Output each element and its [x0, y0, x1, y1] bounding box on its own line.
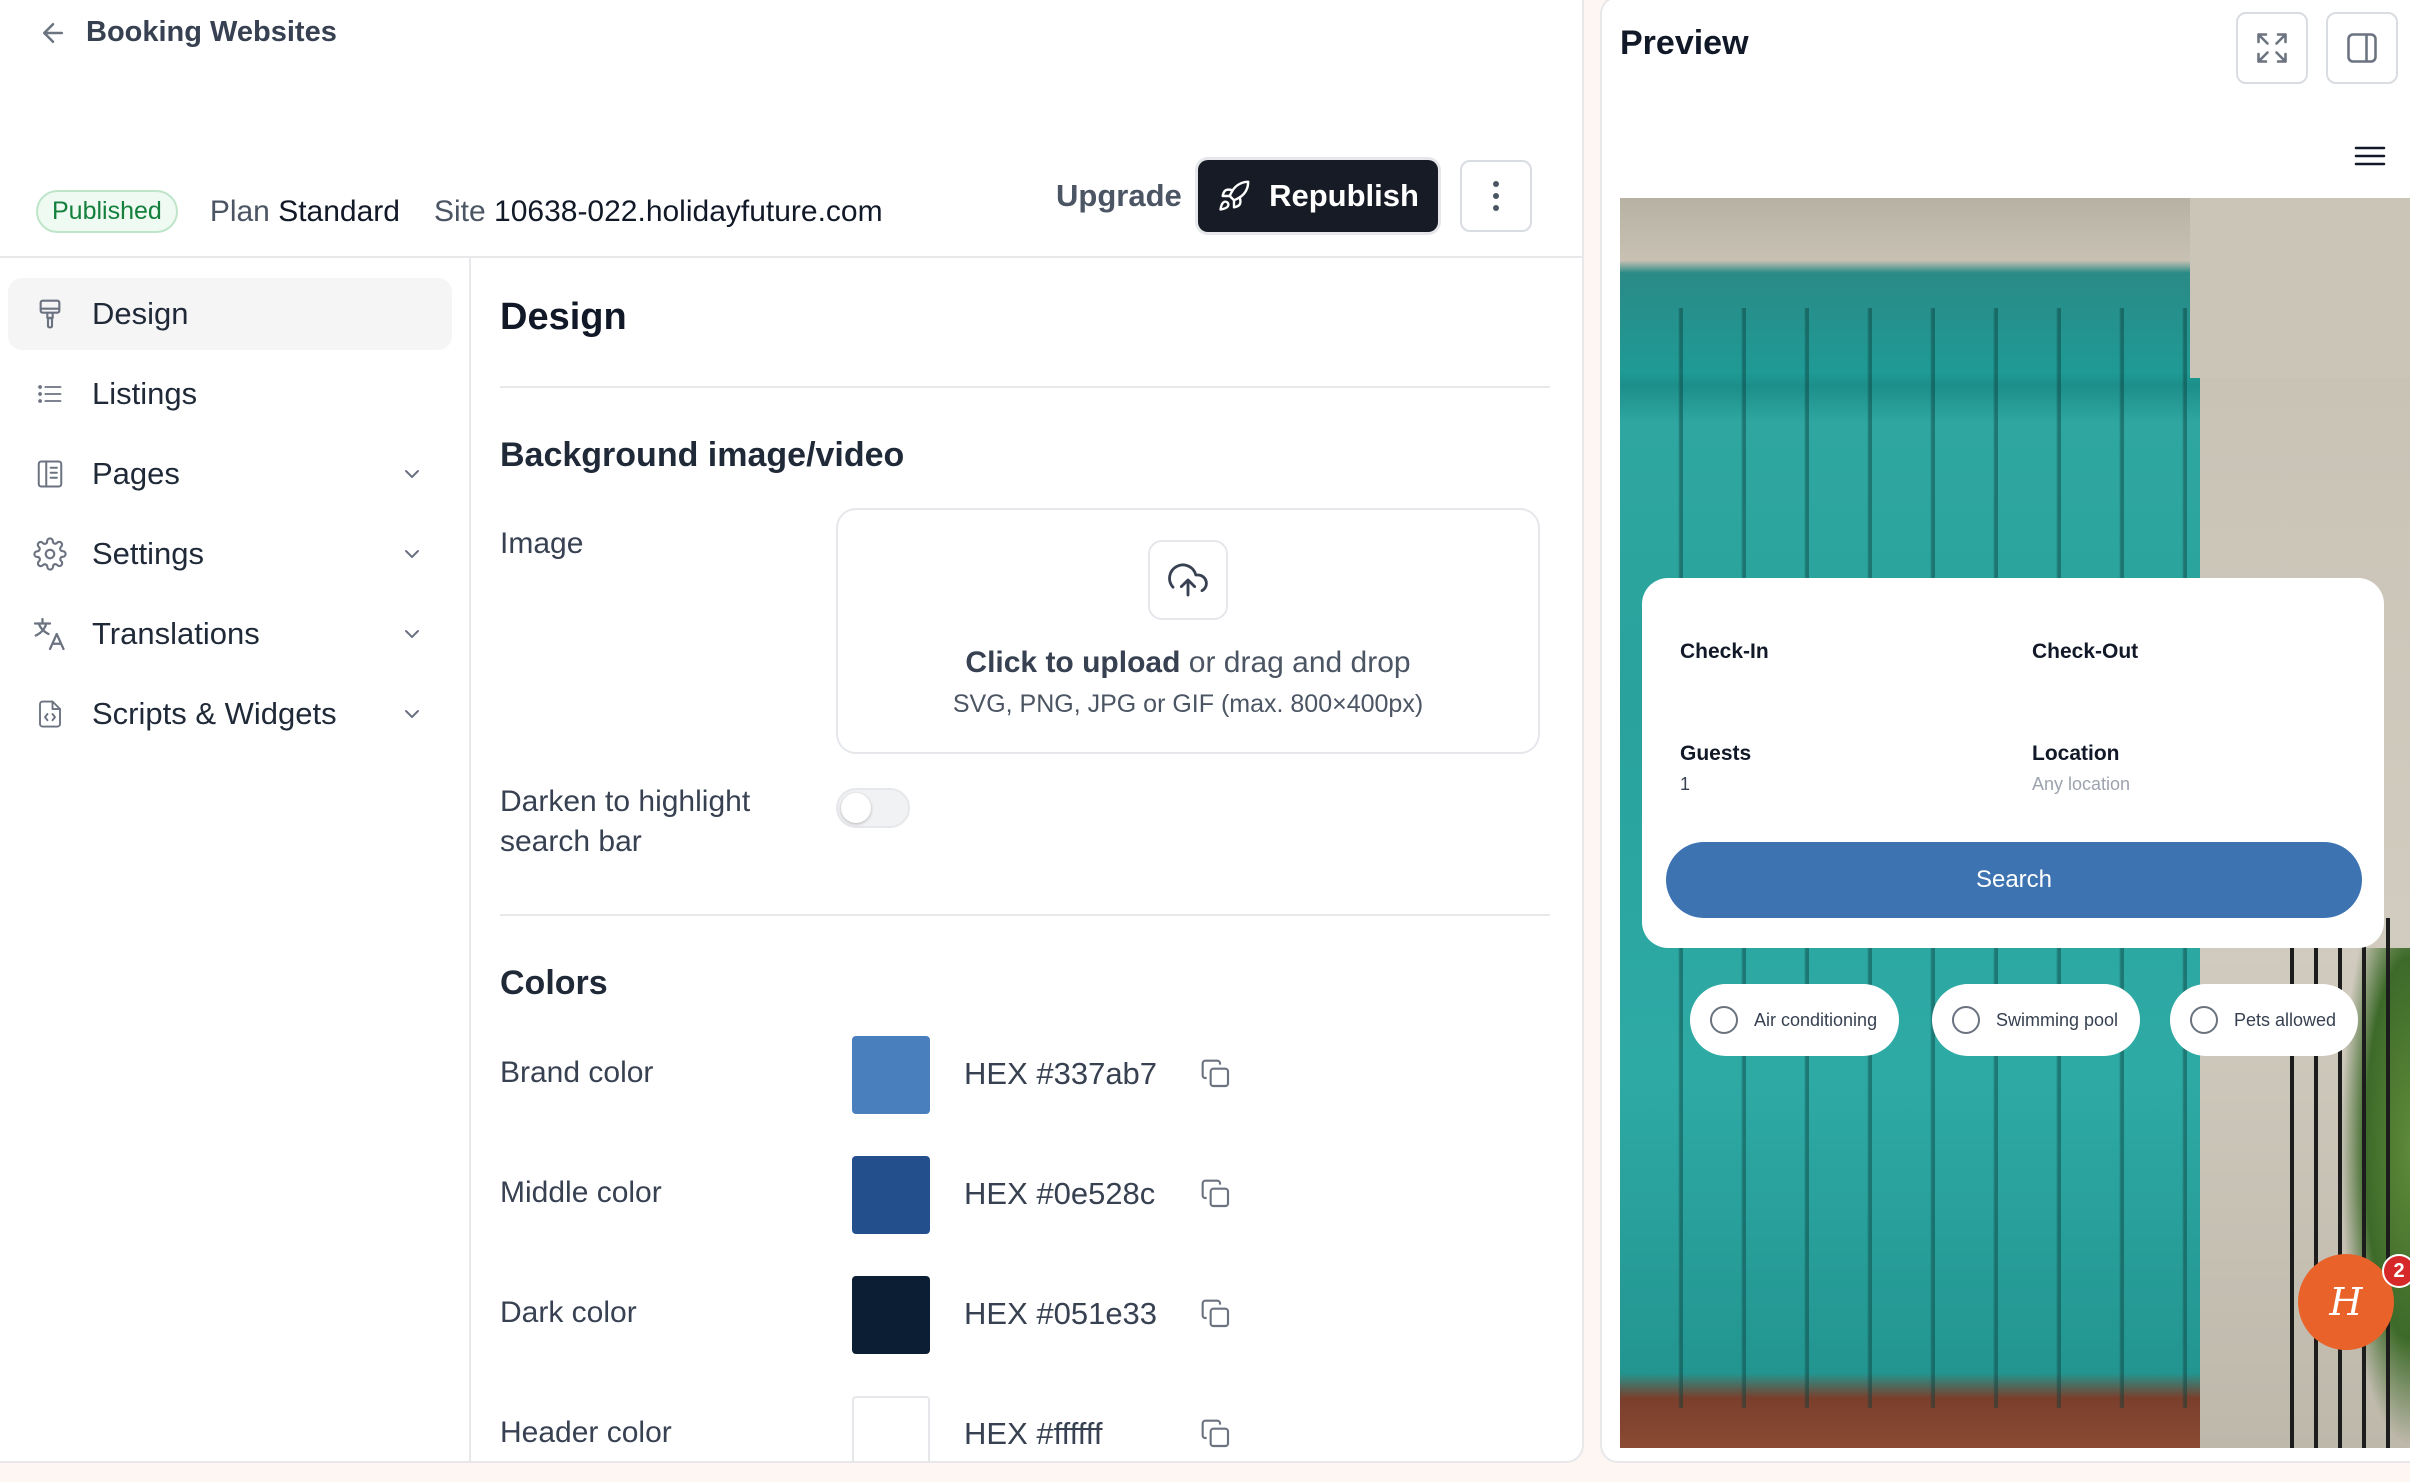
guests-label: Guests: [1680, 742, 1752, 765]
chevron-down-icon: [405, 710, 419, 718]
background-section-title: Background image/video: [500, 436, 905, 474]
plan-value: Standard: [278, 194, 400, 228]
chevron-down-icon: [405, 550, 419, 558]
color-swatch[interactable]: [852, 1396, 930, 1461]
site-info: Site 10638-022.holidayfuture.com: [433, 194, 883, 228]
chevron-down-icon: [405, 470, 419, 478]
amenity-chip[interactable]: Air conditioning: [1690, 984, 1900, 1056]
checkin-field[interactable]: Check-In: [1680, 640, 1769, 664]
colors-section-title: Colors: [500, 964, 608, 1002]
sidebar-item-label: Settings: [92, 536, 205, 571]
site-status-row: Published Plan Standard Site 10638-022.h…: [36, 190, 883, 233]
copy-icon[interactable]: [1200, 1058, 1232, 1090]
translate-icon: [32, 616, 68, 652]
republish-label: Republish: [1269, 178, 1419, 213]
plan-info: Plan Standard: [209, 194, 400, 228]
fullscreen-button[interactable]: [2236, 12, 2308, 84]
sidebar-item-settings[interactable]: Settings: [8, 518, 452, 590]
sidebar-item-translations[interactable]: Translations: [8, 598, 452, 670]
sidebar-item-label: Translations: [92, 616, 260, 651]
toggle-knob: [841, 793, 871, 823]
sidebar-nav: Design Listings Pages Settings Translati…: [8, 278, 452, 758]
radio-icon: [1710, 1006, 1738, 1034]
color-swatch[interactable]: [852, 1036, 930, 1114]
chevron-down-icon: [405, 630, 419, 638]
toggle-panel-button[interactable]: [2326, 12, 2398, 84]
guests-value[interactable]: 1: [1680, 774, 1690, 795]
sidebar-item-label: Design: [92, 296, 189, 331]
hex-value[interactable]: HEX #ffffff: [964, 1416, 1102, 1452]
copy-icon[interactable]: [1200, 1298, 1232, 1330]
menu-icon[interactable]: [2354, 144, 2386, 168]
preview-panel: Preview Check-In Check-Out Guests 1 Loca…: [1600, 0, 2410, 1463]
darken-label: Darken to highlight search bar: [500, 785, 751, 858]
sidebar-item-scripts-widgets[interactable]: Scripts & Widgets: [8, 678, 452, 750]
site-url[interactable]: 10638-022.holidayfuture.com: [494, 195, 883, 228]
code-file-icon: [32, 696, 68, 732]
sidebar-item-listings[interactable]: Listings: [8, 358, 452, 430]
upgrade-button[interactable]: Upgrade: [1056, 178, 1182, 214]
copy-icon[interactable]: [1200, 1418, 1232, 1450]
arrow-left-icon: [43, 22, 63, 43]
color-label: Dark color: [500, 1296, 637, 1329]
image-upload-dropzone[interactable]: Click to upload or drag and drop SVG, PN…: [836, 508, 1540, 754]
color-row-header: Header color HEX #ffffff: [500, 1396, 1550, 1461]
gear-icon: [32, 536, 68, 572]
chat-helper-button[interactable]: H: [2298, 1254, 2394, 1350]
rocket-icon: [1219, 180, 1250, 211]
hex-value[interactable]: HEX #051e33: [964, 1296, 1157, 1332]
darken-toggle[interactable]: [836, 788, 910, 828]
back-link[interactable]: Booking Websites: [38, 16, 337, 49]
amenity-chip[interactable]: Pets allowed: [2170, 984, 2359, 1056]
helper-logo-icon: H: [2329, 1280, 2363, 1324]
status-badge: Published: [36, 190, 178, 233]
radio-icon: [1952, 1006, 1980, 1034]
upload-instruction: Click to upload or drag and drop: [965, 646, 1411, 679]
pages-icon: [32, 456, 68, 492]
color-swatch[interactable]: [852, 1276, 930, 1354]
sidebar-divider: [469, 257, 471, 1461]
sidebar-item-label: Listings: [92, 376, 198, 411]
color-row-dark: Dark color HEX #051e33: [500, 1276, 1550, 1356]
upload-cloud-icon: [1148, 540, 1228, 620]
list-icon: [32, 376, 68, 412]
main-panel: Booking Websites Published Plan Standard…: [0, 0, 1584, 1463]
hex-value[interactable]: HEX #0e528c: [964, 1176, 1155, 1212]
location-field[interactable]: Any location: [2032, 774, 2130, 795]
header-divider: [0, 256, 1582, 258]
paint-roller-icon: [32, 296, 68, 332]
search-widget: Check-In Check-Out Guests 1 Location Any…: [1642, 578, 2384, 948]
image-label: Image: [500, 527, 584, 560]
search-button[interactable]: Search: [1666, 842, 2362, 918]
color-label: Header color: [500, 1416, 672, 1449]
back-link-label: Booking Websites: [86, 16, 337, 48]
color-row-middle: Middle color HEX #0e528c: [500, 1156, 1550, 1236]
color-label: Middle color: [500, 1176, 662, 1209]
radio-icon: [2190, 1006, 2218, 1034]
amenity-chip[interactable]: Swimming pool: [1932, 984, 2141, 1056]
section-divider: [500, 386, 1550, 388]
upload-hint: SVG, PNG, JPG or GIF (max. 800×400px): [952, 690, 1424, 718]
page-title: Design: [500, 296, 627, 338]
more-options-button[interactable]: [1460, 160, 1532, 232]
click-to-upload-link[interactable]: Click to upload: [965, 646, 1180, 679]
preview-title: Preview: [1620, 24, 1749, 62]
hex-value[interactable]: HEX #337ab7: [964, 1056, 1157, 1092]
sidebar-item-design[interactable]: Design: [8, 278, 452, 350]
expand-icon: [2257, 33, 2287, 63]
sidebar-item-label: Scripts & Widgets: [92, 696, 337, 731]
color-row-brand: Brand color HEX #337ab7: [500, 1036, 1550, 1116]
panel-layout-icon: [2347, 33, 2377, 63]
color-label: Brand color: [500, 1056, 654, 1089]
section-divider: [500, 914, 1550, 916]
vertical-dots-icon: [1493, 181, 1499, 211]
location-label: Location: [2032, 742, 2120, 765]
color-swatch[interactable]: [852, 1156, 930, 1234]
sidebar-item-pages[interactable]: Pages: [8, 438, 452, 510]
sidebar-item-label: Pages: [92, 456, 180, 491]
checkout-field[interactable]: Check-Out: [2032, 640, 2138, 664]
copy-icon[interactable]: [1200, 1178, 1232, 1210]
republish-button[interactable]: Republish: [1198, 160, 1438, 232]
notification-badge: 2: [2382, 1254, 2410, 1288]
